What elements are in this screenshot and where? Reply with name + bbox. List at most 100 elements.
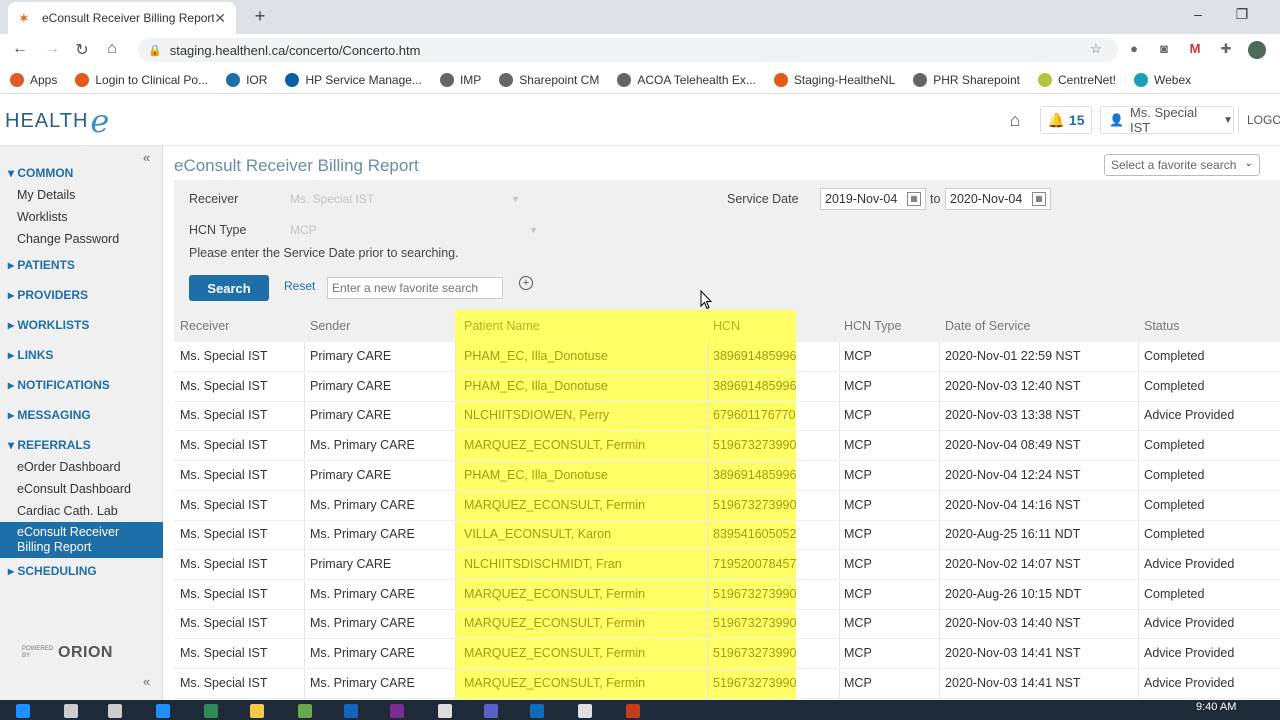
- service-date-to[interactable]: 2020-Nov-04 ▦: [945, 188, 1051, 210]
- column-header[interactable]: HCN Type: [844, 319, 901, 333]
- folder-icon[interactable]: [250, 704, 264, 718]
- apps-icon: [10, 72, 24, 87]
- healthe-logo[interactable]: HEALTH e: [5, 102, 109, 140]
- table-row[interactable]: Ms. Special IST Primary CARE PHAM_EC, Illa…: [174, 461, 1280, 491]
- url-field[interactable]: 🔒 staging.healthenl.ca/concerto/Concerto…: [138, 38, 1118, 62]
- collapse-sidebar-bottom-icon[interactable]: «: [143, 674, 150, 689]
- forward-icon[interactable]: →: [42, 40, 62, 58]
- sidebar-section[interactable]: ▸ PATIENTS: [8, 258, 75, 272]
- bookmark-item[interactable]: IMP: [439, 72, 481, 87]
- table-cell: MCP: [844, 586, 872, 601]
- restore-icon[interactable]: ❐: [1232, 6, 1252, 23]
- table-row[interactable]: Ms. Special IST Ms. Primary CARE VILLA_ECO…: [174, 520, 1280, 551]
- column-header[interactable]: Receiver: [180, 319, 229, 333]
- star-icon[interactable]: ☆: [1087, 41, 1105, 59]
- gmail-icon[interactable]: M: [1186, 41, 1204, 59]
- table-row[interactable]: Ms. Special IST Ms. Primary CARE MARQUEZ_E…: [174, 431, 1280, 462]
- table-cell: 519673273990: [713, 675, 797, 690]
- chevron-down-icon: ▼: [529, 225, 538, 235]
- table-cell: MARQUEZ_ECONSULT, Fermin: [464, 675, 646, 690]
- start-icon[interactable]: [16, 704, 30, 718]
- sidebar-item[interactable]: Change Password: [17, 232, 119, 246]
- column-header[interactable]: HCN: [713, 319, 740, 333]
- sidebar-section[interactable]: ▸ SCHEDULING: [8, 564, 97, 578]
- sidebar-section[interactable]: ▸ WORKLISTS: [8, 318, 89, 332]
- onenote-icon[interactable]: [390, 704, 404, 718]
- calendar-icon[interactable]: ▦: [907, 192, 921, 206]
- bookmark-item[interactable]: IOR: [226, 72, 267, 87]
- bookmark-item[interactable]: Webex: [1134, 72, 1191, 87]
- table-row[interactable]: Ms. Special IST Ms. Primary CARE MARQUEZ_E…: [174, 609, 1280, 640]
- browser-tab[interactable]: ✶ eConsult Receiver Billing Report ✕: [8, 2, 236, 34]
- minimize-icon[interactable]: –: [1188, 6, 1208, 22]
- bookmark-item[interactable]: Sharepoint CM: [499, 72, 599, 87]
- sidebar-item[interactable]: eOrder Dashboard: [17, 460, 121, 474]
- column-header[interactable]: Date of Service: [945, 319, 1030, 333]
- reload-icon[interactable]: ↻: [72, 40, 92, 60]
- search-icon[interactable]: [64, 704, 78, 718]
- app-icon[interactable]: [298, 704, 312, 718]
- logout-button[interactable]: LOGOUT: [1238, 106, 1280, 134]
- sidebar-section[interactable]: ▸ MESSAGING: [8, 408, 91, 422]
- table-row[interactable]: Ms. Special IST Ms. Primary CARE MARQUEZ_E…: [174, 491, 1280, 521]
- back-icon[interactable]: ←: [10, 40, 30, 58]
- sidebar-item[interactable]: Worklists: [17, 210, 67, 224]
- calendar-icon[interactable]: ▦: [1032, 192, 1046, 206]
- outlook-icon[interactable]: [530, 704, 544, 718]
- bookmark-label: Staging-HealtheNL: [793, 72, 896, 87]
- puzzle-icon[interactable]: ✚: [1217, 41, 1235, 59]
- bookmark-item[interactable]: Staging-HealtheNL: [773, 72, 896, 87]
- table-row[interactable]: Ms. Special IST Ms. Primary CARE MARQUEZ_E…: [174, 580, 1280, 610]
- column-header[interactable]: Status: [1144, 319, 1179, 333]
- sidebar-section[interactable]: ▸ PROVIDERS: [8, 288, 88, 302]
- bookmark-item[interactable]: Login to Clinical Po...: [75, 72, 208, 87]
- home-button-icon[interactable]: ⌂: [1004, 110, 1026, 130]
- sidebar-section[interactable]: ▸ LINKS: [8, 348, 53, 362]
- table-row[interactable]: Ms. Special IST Primary CARE PHAM_EC, Illa…: [174, 342, 1280, 372]
- bookmark-item[interactable]: Apps: [10, 72, 57, 87]
- extension-icon[interactable]: ●: [1125, 41, 1143, 59]
- search-button[interactable]: Search: [189, 275, 269, 301]
- sidebar-section[interactable]: ▸ NOTIFICATIONS: [8, 378, 110, 392]
- sidebar-item[interactable]: eConsult Dashboard: [17, 482, 131, 496]
- home-icon[interactable]: ⌂: [102, 40, 122, 58]
- column-header[interactable]: Sender: [310, 319, 350, 333]
- sidebar-item[interactable]: eConsult Receiver Billing Report: [0, 522, 163, 558]
- service-date-from[interactable]: 2019-Nov-04 ▦: [820, 188, 926, 210]
- table-row[interactable]: Ms. Special IST Primary CARE PHAM_EC, Illa…: [174, 372, 1280, 402]
- powerpoint-icon[interactable]: [626, 704, 640, 718]
- bookmark-item[interactable]: HP Service Manage...: [285, 72, 422, 87]
- profile-avatar-icon[interactable]: [1248, 41, 1266, 59]
- reset-link[interactable]: Reset: [284, 279, 315, 293]
- favorite-search-select[interactable]: Select a favorite search ⌄: [1104, 154, 1260, 176]
- sidebar-section[interactable]: ▾ COMMON: [8, 166, 73, 180]
- edge-icon[interactable]: [344, 704, 358, 718]
- new-favorite-search-input[interactable]: [327, 277, 503, 299]
- app-icon[interactable]: [204, 704, 218, 718]
- tab-close-icon[interactable]: ✕: [214, 10, 226, 27]
- page-title: eConsult Receiver Billing Report: [174, 156, 419, 175]
- task-view-icon[interactable]: [108, 704, 122, 718]
- notifications-button[interactable]: 🔔 15: [1040, 106, 1092, 134]
- table-row[interactable]: Ms. Special IST Ms. Primary CARE MARQUEZ_E…: [174, 639, 1280, 669]
- column-header[interactable]: Patient Name: [464, 319, 540, 333]
- table-row[interactable]: Ms. Special IST Primary CARE NLCHIITSDIOWE…: [174, 401, 1280, 432]
- table-row[interactable]: Ms. Special IST Ms. Primary CARE MARQUEZ_E…: [174, 669, 1280, 699]
- chrome-icon[interactable]: [578, 704, 592, 718]
- sidebar-item[interactable]: My Details: [17, 188, 75, 202]
- edge-icon[interactable]: [156, 704, 170, 718]
- camera-icon[interactable]: ◙: [1155, 41, 1173, 59]
- tab-title: eConsult Receiver Billing Report: [42, 11, 215, 25]
- new-tab-button[interactable]: +: [250, 6, 270, 27]
- window-icon[interactable]: [438, 704, 452, 718]
- add-favorite-icon[interactable]: +: [519, 276, 533, 290]
- table-row[interactable]: Ms. Special IST Primary CARE NLCHIITSDISCH…: [174, 550, 1280, 580]
- user-menu[interactable]: 👤 Ms. Special IST ▼: [1100, 105, 1234, 135]
- teams-icon[interactable]: [484, 704, 498, 718]
- collapse-sidebar-icon[interactable]: «: [143, 150, 150, 165]
- sidebar-item[interactable]: Cardiac Cath. Lab: [17, 504, 118, 518]
- bookmark-item[interactable]: PHR Sharepoint: [913, 72, 1020, 87]
- bookmark-item[interactable]: ACOA Telehealth Ex...: [617, 72, 756, 87]
- bookmark-item[interactable]: CentreNet!: [1037, 72, 1116, 87]
- sidebar-section[interactable]: ▾ REFERRALS: [8, 438, 91, 452]
